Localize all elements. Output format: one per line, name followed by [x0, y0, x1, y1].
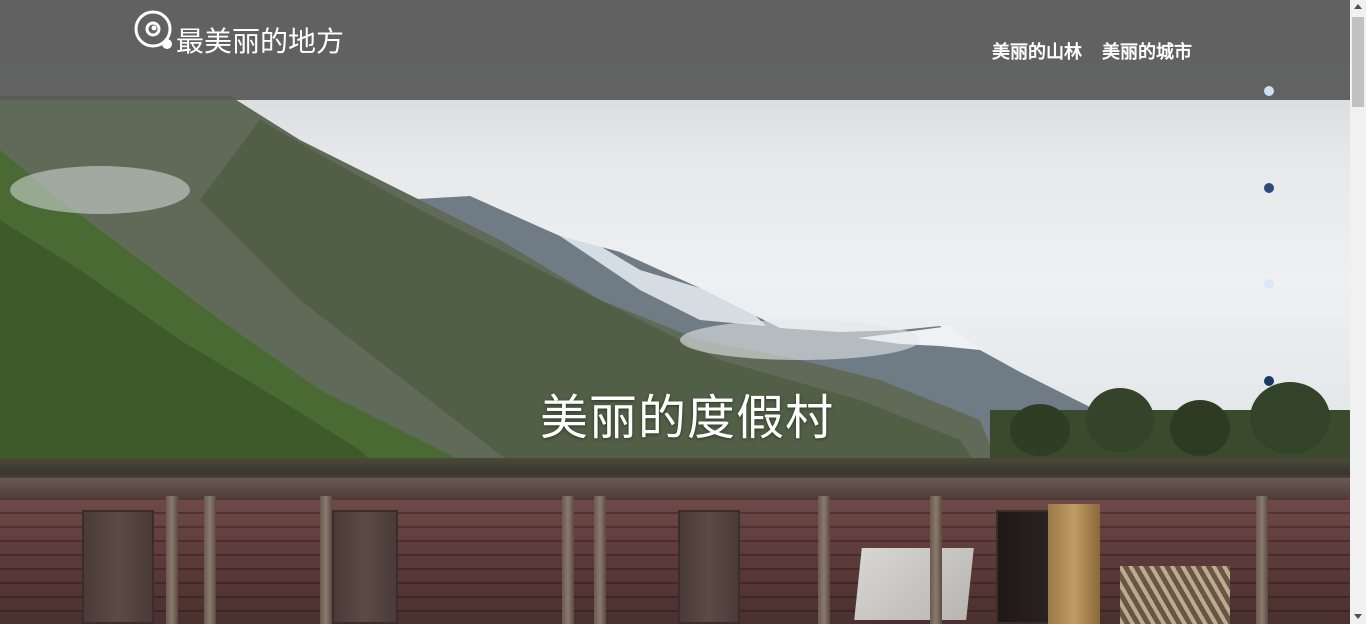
carousel-dot-1[interactable]	[1264, 86, 1274, 96]
cabin-door	[332, 510, 398, 624]
cabin-door	[678, 510, 740, 624]
cabin-post	[930, 496, 942, 624]
site-header: 最美丽的地方 美丽的山林 美丽的城市	[0, 0, 1350, 100]
cabin-post	[562, 496, 574, 624]
nav-link-cities[interactable]: 美丽的城市	[1102, 38, 1192, 64]
cabin-door	[82, 510, 154, 624]
wooden-planks	[1048, 504, 1100, 624]
hero-headline: 美丽的度假村	[539, 390, 834, 446]
scroll-up-arrow-icon[interactable]	[1354, 4, 1362, 9]
carousel-dot-4[interactable]	[1264, 376, 1274, 386]
cabin-post	[594, 496, 606, 624]
cabin-doorway	[996, 510, 1052, 624]
vertical-scrollbar[interactable]	[1350, 0, 1366, 624]
scroll-thumb[interactable]	[1352, 17, 1364, 107]
carousel-dot-3[interactable]	[1264, 279, 1274, 289]
carousel-dot-2[interactable]	[1264, 183, 1274, 193]
eye-search-icon[interactable]	[134, 10, 174, 50]
metal-sheet	[854, 548, 974, 620]
scroll-down-arrow-icon[interactable]	[1354, 614, 1362, 619]
firewood-pile	[1120, 566, 1230, 624]
main-nav: 美丽的山林 美丽的城市	[992, 38, 1192, 64]
cabin-post	[1256, 496, 1268, 624]
nav-link-mountains[interactable]: 美丽的山林	[992, 38, 1082, 64]
site-title[interactable]: 最美丽的地方	[176, 20, 344, 60]
cabin-post	[204, 496, 216, 624]
cabin-post	[320, 496, 332, 624]
cabin-post	[166, 496, 178, 624]
cabin-roof-edge	[0, 478, 1350, 500]
cabin-post	[818, 496, 830, 624]
